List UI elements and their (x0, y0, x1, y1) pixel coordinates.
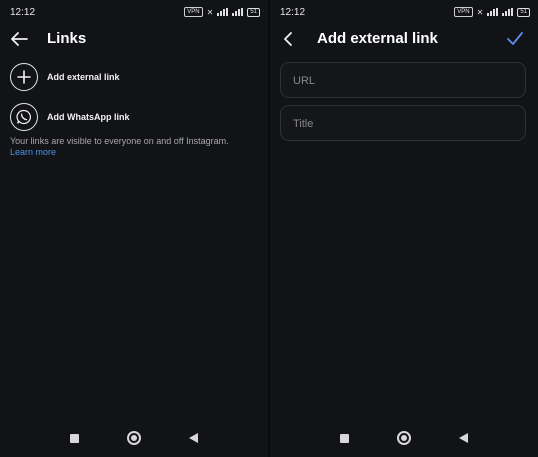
back-arrow-icon[interactable] (10, 31, 28, 47)
header: Add external link (270, 26, 538, 52)
home-icon[interactable] (397, 431, 411, 445)
signal-icon-2 (502, 8, 514, 16)
signal-icon (217, 8, 229, 16)
title-field[interactable] (280, 105, 526, 141)
signal-icon (487, 8, 499, 16)
home-icon[interactable] (127, 431, 141, 445)
add-whatsapp-link-label: Add WhatsApp link (47, 112, 130, 122)
checkmark-icon[interactable] (506, 31, 524, 46)
url-field[interactable] (280, 62, 526, 98)
system-back-icon[interactable] (189, 433, 198, 443)
mute-icon: ✕ (206, 7, 214, 17)
status-icons: VPN ✕ 51 (184, 7, 260, 17)
status-bar: 12:12 VPN ✕ 51 (270, 0, 538, 24)
page-title: Links (47, 30, 87, 47)
mute-icon: ✕ (476, 7, 484, 17)
system-nav-bar (270, 431, 538, 447)
url-input[interactable] (291, 74, 515, 88)
title-input[interactable] (291, 117, 515, 131)
plus-icon (10, 63, 38, 91)
page-title: Add external link (317, 30, 438, 47)
add-external-link-item[interactable]: Add external link (10, 61, 258, 93)
status-icons: VPN ✕ 51 (454, 7, 530, 17)
battery-icon: 51 (517, 7, 530, 17)
back-chevron-icon[interactable] (282, 31, 294, 47)
status-time: 12:12 (10, 7, 36, 18)
header: Links (0, 26, 268, 52)
add-external-link-label: Add external link (47, 72, 120, 82)
links-screen: 12:12 VPN ✕ 51 Links Add external link A… (0, 0, 268, 457)
system-back-icon[interactable] (459, 433, 468, 443)
vpn-icon: VPN (184, 7, 203, 17)
whatsapp-icon (10, 103, 38, 131)
add-external-link-screen: 12:12 VPN ✕ 51 Add external link (270, 0, 538, 457)
signal-icon-2 (232, 8, 244, 16)
system-nav-bar (0, 431, 268, 447)
add-whatsapp-link-item[interactable]: Add WhatsApp link (10, 101, 258, 133)
learn-more-link[interactable]: Learn more (10, 147, 56, 157)
visibility-note: Your links are visible to everyone on an… (10, 136, 229, 146)
recent-apps-icon[interactable] (340, 434, 349, 443)
vpn-icon: VPN (454, 7, 473, 17)
battery-icon: 51 (247, 7, 260, 17)
status-time: 12:12 (280, 7, 306, 18)
recent-apps-icon[interactable] (70, 434, 79, 443)
status-bar: 12:12 VPN ✕ 51 (0, 0, 268, 24)
